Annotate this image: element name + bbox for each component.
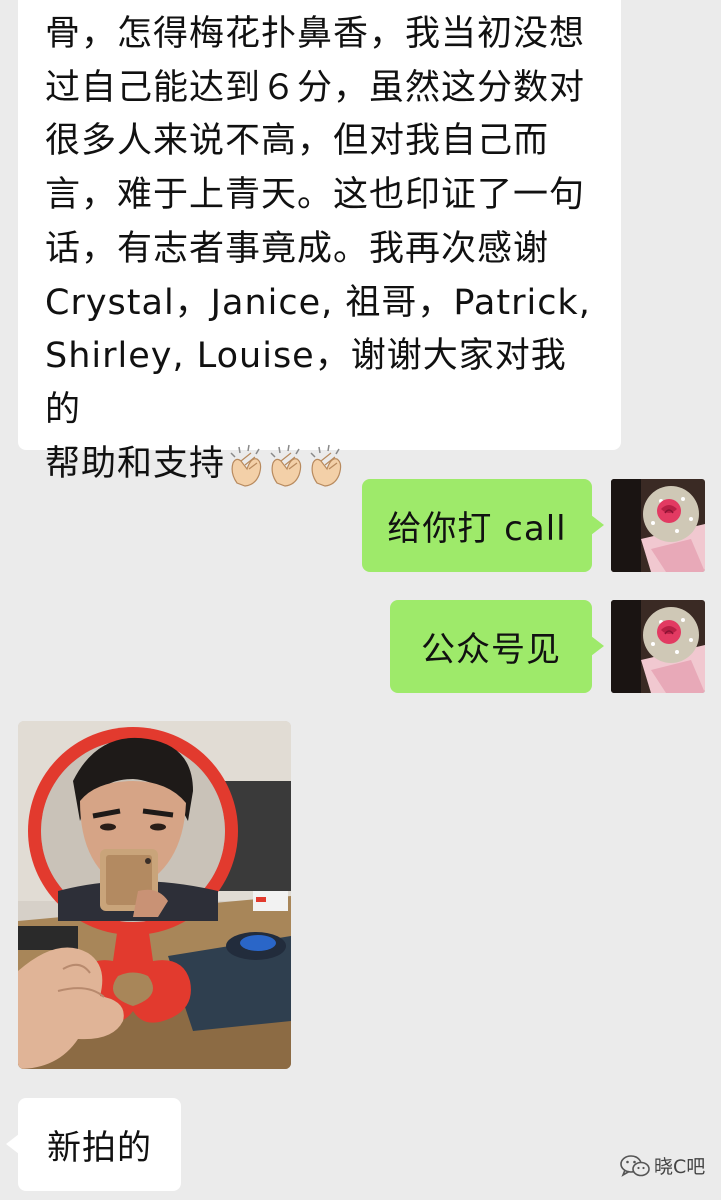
bubble-tail bbox=[6, 1134, 19, 1154]
message-line: 话，有志者事竟成。我再次感谢 bbox=[45, 228, 550, 269]
message-line: 帮助和支持 bbox=[45, 443, 226, 484]
outgoing-message-bubble[interactable]: 给你打 call bbox=[362, 479, 604, 572]
clapping-hands-icon bbox=[310, 444, 342, 487]
image-message[interactable] bbox=[18, 721, 291, 1069]
photo-man-red-mirror bbox=[18, 721, 291, 1069]
message-line: Shirley, Louise，谢谢大家对我的 bbox=[45, 336, 567, 430]
message-text: 骨，怎得梅花扑鼻香，我当初没想 过自己能达到６分，虽然这分数对 很多人来说不高，… bbox=[45, 8, 597, 491]
message-text: 给你打 call bbox=[387, 509, 567, 549]
message-text: 公众号见 bbox=[421, 630, 561, 670]
avatar-image bbox=[611, 479, 705, 572]
clapping-hands-icon bbox=[270, 444, 302, 487]
rose-bouquet-avatar[interactable] bbox=[611, 479, 705, 572]
watermark-text: 晓C吧 bbox=[654, 1156, 706, 1178]
watermark: 晓C吧 bbox=[620, 1152, 705, 1179]
incoming-message-bubble[interactable]: 骨，怎得梅花扑鼻香，我当初没想 过自己能达到６分，虽然这分数对 很多人来说不高，… bbox=[18, 0, 621, 487]
message-line: Crystal，Janice, 祖哥，Patrick, bbox=[45, 282, 591, 323]
wechat-icon bbox=[620, 1154, 650, 1177]
rose-bouquet-avatar[interactable] bbox=[611, 600, 705, 693]
message-line: 骨，怎得梅花扑鼻香，我当初没想 bbox=[45, 14, 586, 54]
bubble-tail bbox=[591, 636, 604, 656]
bubble-tail bbox=[591, 515, 604, 535]
message-text: 新拍的 bbox=[47, 1128, 152, 1168]
clapping-hands-emoji-group bbox=[227, 438, 347, 492]
clapping-hands-icon bbox=[230, 444, 262, 487]
message-line: 很多人来说不高，但对我自己而 bbox=[45, 121, 550, 162]
outgoing-message-bubble[interactable]: 公众号见 bbox=[390, 600, 604, 693]
avatar-image bbox=[611, 600, 705, 693]
message-line: 言，难于上青天。这也印证了一句 bbox=[45, 175, 586, 216]
incoming-message-bubble[interactable]: 新拍的 bbox=[6, 1098, 181, 1191]
message-line: 过自己能达到６分，虽然这分数对 bbox=[45, 67, 586, 108]
